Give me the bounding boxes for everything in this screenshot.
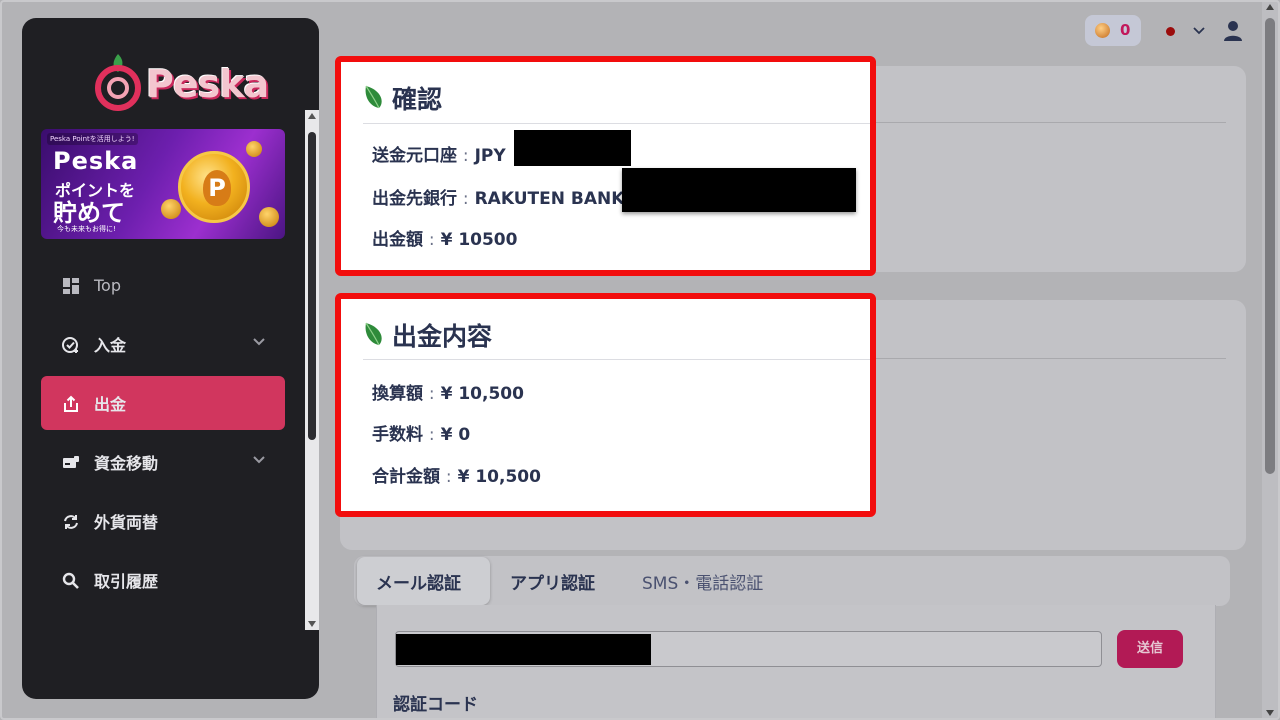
separator: : <box>428 425 435 445</box>
bank-value: RAKUTEN BANK <box>474 189 625 209</box>
banner-title: Peska <box>53 147 139 175</box>
confirm-title: 確認 <box>392 85 443 114</box>
points-badge[interactable]: 0 <box>1085 15 1141 46</box>
tab-app-auth[interactable]: アプリ認証 <box>510 569 595 594</box>
redacted-account-number <box>514 130 631 166</box>
source-account-row: 送金元口座 : JPY <box>372 141 506 166</box>
banner-line-3: 貯めて <box>53 199 125 227</box>
page-scrollbar[interactable] <box>1262 0 1278 720</box>
separator: : <box>445 467 452 487</box>
divider <box>363 123 870 124</box>
fee-row: 手数料 : ¥ 0 <box>372 420 470 445</box>
fee-label: 手数料 <box>372 425 423 445</box>
exchange-icon <box>64 515 78 529</box>
amount-value: ¥ 10500 <box>440 230 518 250</box>
sidebar-item-label: 取引履歴 <box>94 572 159 591</box>
peach-logo-icon <box>95 54 141 111</box>
withdraw-icon <box>64 395 78 412</box>
leaf-icon <box>365 85 382 109</box>
divider <box>363 359 870 360</box>
sidebar-item-label: 入金 <box>94 336 127 355</box>
page-scroll-thumb[interactable] <box>1265 18 1275 474</box>
coin-icon <box>259 207 279 227</box>
search-icon <box>62 572 79 589</box>
sidebar-item-label: 資金移動 <box>94 454 159 473</box>
separator: : <box>462 189 469 209</box>
amount-row: 出金額 : ¥ 10500 <box>372 225 517 250</box>
source-account-value: JPY <box>474 146 506 166</box>
banner-line-4: 今も未来もお得に! <box>57 225 116 233</box>
sidebar-item-deposit[interactable]: 入金 <box>41 317 285 371</box>
fee-value: ¥ 0 <box>440 425 471 445</box>
verification-code-label: 認証コード <box>393 695 478 715</box>
sidebar-item-label: 出金 <box>94 395 127 414</box>
chevron-down-icon[interactable] <box>1192 23 1206 37</box>
separator: : <box>462 146 469 166</box>
converted-label: 換算額 <box>372 384 423 404</box>
sidebar-item-label: Top <box>94 275 121 295</box>
coin-icon <box>1095 23 1110 38</box>
details-title: 出金内容 <box>392 322 493 351</box>
leaf-icon <box>365 322 382 346</box>
points-value: 0 <box>1120 21 1131 39</box>
sidebar-scroll-thumb[interactable] <box>308 132 316 440</box>
tab-sms-phone-auth[interactable]: SMS・電話認証 <box>642 569 763 594</box>
points-promo-banner[interactable]: Peska Pointを活用しよう! Peska ポイントを 貯めて 今も未来も… <box>41 129 285 239</box>
tab-email-auth[interactable]: メール認証 <box>376 569 461 594</box>
banner-small-text: Peska Pointを活用しよう! <box>47 133 138 145</box>
redacted-email <box>396 634 651 665</box>
peska-logo[interactable]: Peska <box>88 48 269 128</box>
chevron-down-icon[interactable] <box>251 333 267 349</box>
sidebar-item-exchange[interactable]: 外貨両替 <box>41 494 285 548</box>
scroll-down-arrow-icon[interactable] <box>1266 710 1274 716</box>
sidebar-item-transfer[interactable]: 資金移動 <box>41 435 285 489</box>
deposit-icon <box>62 337 78 353</box>
logo-text: Peska <box>146 62 269 106</box>
scroll-up-arrow-icon[interactable] <box>308 113 316 119</box>
source-account-label: 送金元口座 <box>372 146 457 166</box>
transfer-icon <box>63 456 79 468</box>
bank-row: 出金先銀行 : RAKUTEN BANK <box>372 184 624 209</box>
confirm-card: 確認 送金元口座 : JPY 出金先銀行 : RAKUTEN BANK 出金額 … <box>335 56 876 276</box>
sidebar-item-withdraw[interactable]: 出金 <box>41 376 285 430</box>
converted-row: 換算額 : ¥ 10,500 <box>372 379 524 404</box>
sidebar-item-top[interactable]: Top <box>41 258 285 312</box>
chevron-down-icon[interactable] <box>251 451 267 467</box>
bank-label: 出金先銀行 <box>372 189 457 209</box>
peska-point-coin-icon: P <box>178 151 250 223</box>
scroll-up-arrow-icon[interactable] <box>1266 4 1274 10</box>
total-value: ¥ 10,500 <box>457 467 541 487</box>
total-label: 合計金額 <box>372 467 440 487</box>
coin-icon <box>246 141 262 157</box>
user-account-icon[interactable] <box>1223 20 1243 42</box>
sidebar-item-history[interactable]: 取引履歴 <box>41 553 285 607</box>
sidebar: Peska Peska Pointを活用しよう! Peska ポイントを 貯めて… <box>22 18 319 699</box>
sidebar-item-label: 外貨両替 <box>94 513 159 532</box>
language-flag-icon[interactable] <box>1166 27 1175 36</box>
total-row: 合計金額 : ¥ 10,500 <box>372 462 541 487</box>
coin-symbol: P <box>203 170 231 206</box>
converted-value: ¥ 10,500 <box>440 384 524 404</box>
sidebar-scrollbar[interactable] <box>305 110 319 630</box>
separator: : <box>428 384 435 404</box>
separator: : <box>428 230 435 250</box>
amount-label: 出金額 <box>372 230 423 250</box>
dashboard-icon <box>63 278 79 294</box>
send-button[interactable]: 送信 <box>1117 630 1183 668</box>
coin-icon <box>161 199 181 219</box>
redacted-bank-details <box>622 168 856 212</box>
scroll-down-arrow-icon[interactable] <box>308 621 316 627</box>
sidebar-nav: Top 入金 出金 資金移動 外貨両替 取引履歴 <box>41 258 285 612</box>
withdrawal-details-card: 出金内容 換算額 : ¥ 10,500 手数料 : ¥ 0 合計金額 : ¥ 1… <box>335 293 876 517</box>
